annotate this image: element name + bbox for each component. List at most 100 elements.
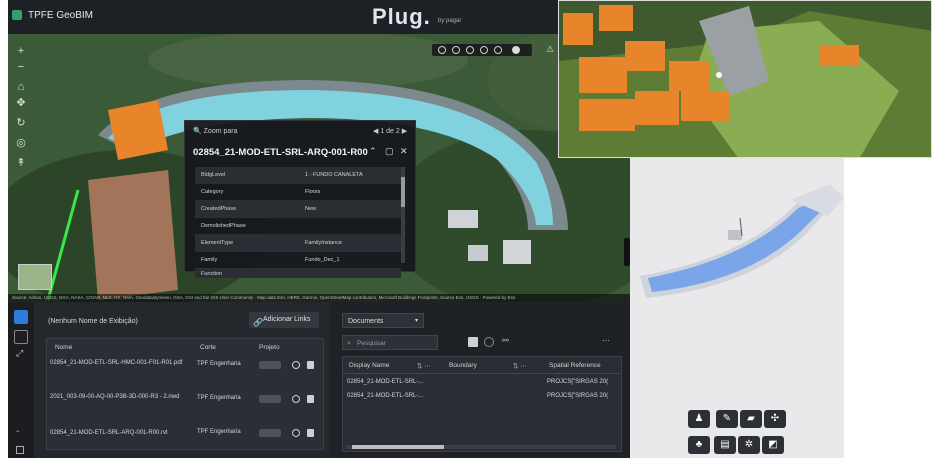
document-type-select[interactable]: Documents ▾	[342, 313, 424, 328]
app-logo-icon	[12, 10, 22, 20]
attribute-row: Category Floors	[195, 184, 401, 201]
top-bar	[8, 0, 630, 34]
attribute-row: Function	[195, 269, 401, 278]
column-header-display-name[interactable]: Display Name	[349, 362, 389, 369]
rotate-icon[interactable]: ↻	[14, 116, 28, 130]
layout-icon[interactable]	[16, 446, 24, 454]
feature-popup: 🔍 Zoom para ◀ 1 de 2 ▶ 02854_21-MOD-ETL-…	[184, 120, 416, 278]
file-name: 02854_21-MOD-ETL-SRL-HMC-001-F01-R01.pdf	[50, 360, 183, 366]
attribute-key: DemolishedPhase	[201, 223, 246, 229]
table-row[interactable]: 02854_21-MOD-ETL-SRL-ARQ-001-R00.rvt TPF…	[47, 427, 323, 441]
attribute-value: Floors	[305, 189, 321, 195]
attribute-key: BldgLevel	[201, 172, 226, 178]
tree-icon[interactable]: ♣	[688, 436, 710, 454]
locate-icon[interactable]: ◎	[14, 136, 28, 150]
person-icon[interactable]: ♟	[688, 410, 710, 428]
zoom-in-button[interactable]: +	[14, 44, 28, 58]
more-icon[interactable]: ⋯	[602, 336, 610, 345]
open-icon[interactable]	[292, 429, 300, 437]
connect-icon[interactable]: ⤢	[16, 348, 23, 359]
open-icon[interactable]	[292, 361, 300, 369]
delete-icon[interactable]	[307, 361, 314, 369]
map-toolbar	[432, 44, 532, 56]
search-icon: ⌕	[347, 340, 351, 347]
3d-scene-graphic	[559, 1, 931, 157]
measure-icon[interactable]	[438, 46, 446, 54]
layers-icon[interactable]	[452, 46, 460, 54]
dock-icon[interactable]: ▢	[385, 146, 394, 157]
project-value	[259, 429, 281, 437]
popup-pager[interactable]: ◀ 1 de 2 ▶	[373, 127, 407, 135]
project-value	[259, 395, 281, 403]
attribute-key: Category	[201, 189, 224, 195]
file-corte: TPF Engenharia	[197, 429, 241, 435]
home-icon[interactable]: ⌂	[14, 80, 28, 94]
explode-icon[interactable]: ✣	[764, 410, 786, 428]
collapse-icon[interactable]: ⌃	[369, 146, 377, 157]
links-panel-title: (Nenhum Nome de Exibição)	[48, 318, 138, 325]
file-name: 2021_003-09-00-AQ-00-P3B-3D-000-R3 - 2.n…	[50, 394, 180, 400]
attribute-row: BldgLevel 1 - FUNDO CANALETA	[195, 167, 401, 184]
legend-icon[interactable]	[494, 46, 502, 54]
warning-icon[interactable]: ⚠	[546, 44, 554, 55]
attribute-value: New	[305, 206, 317, 212]
compass-icon[interactable]: ↟	[14, 156, 28, 170]
document-name[interactable]: 02854_21-MOD-ETL-SRL-...	[347, 379, 423, 385]
attribute-value: 1 - FUNDO CANALETA	[305, 172, 363, 178]
zoom-to-label: Zoom para	[203, 128, 238, 135]
refresh-icon[interactable]	[484, 337, 494, 347]
document-type-value: Documents	[348, 318, 384, 325]
search-input[interactable]: ⌕ Pesquisar	[342, 335, 438, 350]
zoom-out-button[interactable]: −	[14, 60, 28, 74]
pencil-icon[interactable]: ✎	[716, 410, 738, 428]
pan-icon[interactable]: ✥	[14, 96, 28, 110]
3d-scene-view[interactable]	[558, 0, 932, 158]
map-attribution: Source: Airbus, USGS, NGA, NASA, CGIAR, …	[8, 294, 630, 302]
popup-scroll-thumb[interactable]	[401, 177, 405, 207]
settings-icon[interactable]	[512, 46, 520, 54]
overview-map[interactable]	[18, 264, 52, 290]
fullscreen-icon[interactable]: ◩	[762, 436, 784, 454]
attribute-key: CreatedPhase	[201, 206, 237, 212]
document-icon[interactable]	[14, 330, 28, 344]
zoom-to-link[interactable]: 🔍 Zoom para	[193, 127, 238, 135]
attribute-key: Function	[201, 271, 223, 277]
add-links-button[interactable]: 🔗 Adicionar Links	[249, 312, 319, 328]
attribute-table: BldgLevel 1 - FUNDO CANALETA Category Floo…	[195, 167, 401, 278]
tag-icon[interactable]: ⌁	[16, 428, 20, 435]
attribute-key: ElementType	[201, 240, 234, 246]
list-icon[interactable]: ▤	[714, 436, 736, 454]
attribute-row: Family Fundo_Dec_1	[195, 252, 401, 269]
spatial-reference: PROJCS["SIRGAS 20(	[547, 379, 609, 385]
chevron-down-icon: ▾	[414, 318, 418, 324]
horizontal-scroll-thumb[interactable]	[352, 445, 444, 449]
basemap-icon[interactable]	[466, 46, 474, 54]
delete-icon[interactable]	[307, 429, 314, 437]
attribute-row: ElementType FamilyInstance	[195, 235, 401, 252]
attachment-icon[interactable]	[14, 310, 28, 324]
open-icon[interactable]	[292, 395, 300, 403]
column-header-name[interactable]: Nome	[55, 344, 72, 351]
app-name: TPFE GeoBIM	[28, 10, 94, 21]
column-header-projeto[interactable]: Projeto	[259, 344, 280, 351]
column-menu-icon[interactable]: ⇅ ⋯	[513, 362, 527, 370]
column-header-corte[interactable]: Corte	[200, 344, 216, 351]
table-row[interactable]: 02854_21-MOD-ETL-SRL-HMC-001-F01-R01.pdf…	[47, 357, 323, 379]
column-menu-icon[interactable]: ⇅ ⋯	[417, 362, 431, 370]
share-icon[interactable]	[480, 46, 488, 54]
document-name[interactable]: 02854_21-MOD-ETL-SRL-...	[347, 393, 423, 399]
hierarchy-icon[interactable]: ⚯	[502, 336, 509, 345]
folder-icon[interactable]: ▰	[740, 410, 762, 428]
settings-icon[interactable]: ✲	[738, 436, 760, 454]
attribute-value: Fundo_Dec_1	[305, 257, 340, 263]
edit-icon[interactable]	[468, 337, 478, 347]
panel-sidebar	[8, 302, 34, 458]
close-icon[interactable]: ✕	[400, 146, 408, 157]
delete-icon[interactable]	[307, 395, 314, 403]
attribute-row: CreatedPhase New	[195, 201, 401, 218]
column-header-boundary[interactable]: Boundary	[449, 362, 477, 369]
column-header-spatial-reference[interactable]: Spatial Reference	[549, 362, 601, 369]
popup-page-label: 1 de 2	[380, 128, 400, 135]
table-row[interactable]: 2021_003-09-00-AQ-00-P3B-3D-000-R3 - 2.n…	[47, 391, 323, 413]
links-table: Nome Corte Projeto 02854_21-MOD-ETL-SRL-…	[46, 338, 324, 450]
